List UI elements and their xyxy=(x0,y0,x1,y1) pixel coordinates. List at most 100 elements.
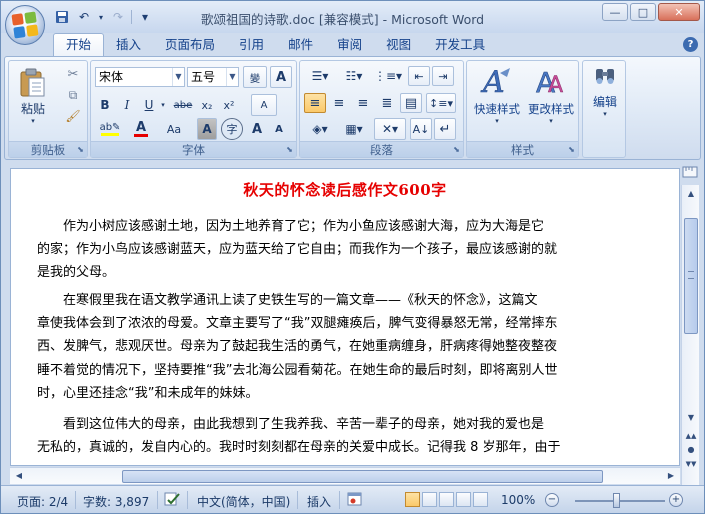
zoom-slider-track[interactable] xyxy=(575,500,665,502)
chevron-down-icon: ▾ xyxy=(31,116,35,125)
zoom-level[interactable]: 100% xyxy=(501,493,535,507)
full-screen-reading-view-button[interactable] xyxy=(422,492,437,507)
tab-references[interactable]: 引用 xyxy=(227,34,276,56)
minimize-button[interactable]: — xyxy=(602,3,628,21)
character-border-button[interactable]: A xyxy=(270,66,292,88)
next-page-icon[interactable]: ▼▼ xyxy=(684,457,698,471)
outline-view-button[interactable] xyxy=(456,492,471,507)
cut-button[interactable]: ✂ xyxy=(63,65,83,83)
sort-icon: A↓ xyxy=(412,122,430,136)
tab-mailings[interactable]: 邮件 xyxy=(276,34,325,56)
redo-icon[interactable]: ↷ xyxy=(109,8,127,26)
superscript-button[interactable]: x² xyxy=(219,95,239,115)
font-size-combo[interactable]: 五号 ▼ xyxy=(187,67,239,87)
proofing-icon[interactable] xyxy=(163,491,181,510)
asian-layout-button[interactable]: ✕▾ xyxy=(374,118,406,140)
multilevel-list-button[interactable]: ⋮≡▾ xyxy=(372,66,404,86)
scroll-down-icon[interactable]: ▼ xyxy=(684,411,698,425)
tab-home[interactable]: 开始 xyxy=(53,33,105,56)
underline-dropdown-icon[interactable]: ▾ xyxy=(159,95,167,115)
page-indicator[interactable]: 页面: 2/4 xyxy=(17,493,68,510)
underline-button[interactable]: U xyxy=(139,95,159,115)
decrease-indent-button[interactable]: ⇤ xyxy=(408,66,430,86)
paragraph-launcher-icon[interactable]: ⬊ xyxy=(452,145,461,154)
word-count[interactable]: 字数: 3,897 xyxy=(83,493,149,510)
zoom-out-icon[interactable]: − xyxy=(545,493,559,507)
print-layout-view-button[interactable] xyxy=(405,492,420,507)
clear-formatting-button[interactable]: A xyxy=(251,94,277,116)
tab-view[interactable]: 视图 xyxy=(374,34,423,56)
scroll-up-icon[interactable]: ▲ xyxy=(684,187,698,201)
language-indicator[interactable]: 中文(简体，中国) xyxy=(197,493,290,510)
customize-qat-icon[interactable]: ▾ xyxy=(136,8,154,26)
vertical-scroll-thumb[interactable] xyxy=(684,218,698,334)
zoom-slider-thumb[interactable] xyxy=(613,493,620,508)
horizontal-scrollbar[interactable]: ◀ ▶ xyxy=(10,467,680,484)
align-center-button[interactable]: ≡ xyxy=(328,93,350,113)
bold-button[interactable]: B xyxy=(95,95,115,115)
bullets-button[interactable]: ☰▾ xyxy=(304,66,336,86)
insert-mode-indicator[interactable]: 插入 xyxy=(307,493,331,510)
tab-insert[interactable]: 插入 xyxy=(104,34,153,56)
align-left-button[interactable]: ≡ xyxy=(304,93,326,113)
zoom-in-icon[interactable]: + xyxy=(669,493,683,507)
shading-button[interactable]: ◈▾ xyxy=(304,119,336,139)
change-case-button[interactable]: Aa xyxy=(159,119,189,139)
show-marks-button[interactable]: ↵ xyxy=(434,118,456,140)
dropdown-arrow-icon[interactable]: ▾ xyxy=(97,8,105,26)
browse-object-icon[interactable]: ● xyxy=(684,443,698,457)
tab-review[interactable]: 审阅 xyxy=(325,34,374,56)
close-button[interactable]: ✕ xyxy=(658,3,700,21)
maximize-button[interactable]: □ xyxy=(630,3,656,21)
font-color-button[interactable]: A xyxy=(129,119,153,139)
phonetic-guide-button[interactable]: 變 xyxy=(243,66,267,88)
office-button[interactable] xyxy=(5,5,45,45)
highlight-button[interactable]: ab✎ xyxy=(95,119,125,139)
scroll-left-icon[interactable]: ◀ xyxy=(12,469,26,483)
tab-page-layout[interactable]: 页面布局 xyxy=(153,34,227,56)
font-name-combo[interactable]: 宋体 ▼ xyxy=(95,67,185,87)
quick-styles-button[interactable]: A 快速样式 ▾ xyxy=(471,64,523,136)
undo-icon[interactable]: ↶ xyxy=(75,8,93,26)
numbering-button[interactable]: ☷▾ xyxy=(338,66,370,86)
editing-button[interactable]: 编辑 ▾ xyxy=(586,64,624,136)
draft-view-button[interactable] xyxy=(473,492,488,507)
previous-page-icon[interactable]: ▲▲ xyxy=(684,429,698,443)
save-icon[interactable] xyxy=(53,8,71,26)
italic-button[interactable]: I xyxy=(117,95,137,115)
font-launcher-icon[interactable]: ⬊ xyxy=(285,145,294,154)
document-page[interactable]: 秋天的怀念读后感作文600字 作为小树应该感谢土地，因为土地养育了它；作为小鱼应… xyxy=(10,168,680,466)
justify-button[interactable]: ≣ xyxy=(376,93,398,113)
borders-button[interactable]: ▦▾ xyxy=(338,119,370,139)
strikethrough-button[interactable]: abe xyxy=(171,95,195,115)
scroll-right-icon[interactable]: ▶ xyxy=(664,469,678,483)
change-styles-button[interactable]: AA 更改样式 ▾ xyxy=(525,64,577,136)
subscript-button[interactable]: x₂ xyxy=(197,95,217,115)
character-shading-button[interactable]: A xyxy=(197,118,217,140)
align-center-icon: ≡ xyxy=(333,95,345,111)
clipboard-launcher-icon[interactable]: ⬊ xyxy=(76,145,85,154)
distributed-button[interactable]: ▤ xyxy=(400,93,422,113)
styles-launcher-icon[interactable]: ⬊ xyxy=(567,145,576,154)
sort-button[interactable]: A↓ xyxy=(410,118,432,140)
binoculars-icon xyxy=(596,69,614,84)
increase-indent-button[interactable]: ⇥ xyxy=(432,66,454,86)
paste-button[interactable]: 粘贴 ▾ xyxy=(13,65,53,127)
view-ruler-icon[interactable] xyxy=(682,164,700,182)
copy-button[interactable]: ⧉ xyxy=(63,86,83,104)
grow-font-button[interactable]: A xyxy=(247,118,267,140)
enclose-characters-button[interactable]: 字 xyxy=(221,118,243,140)
help-icon[interactable]: ? xyxy=(683,37,698,52)
vertical-scrollbar[interactable]: ▲ ▼ ▲▲ ● ▼▼ xyxy=(681,185,699,485)
status-separator xyxy=(187,491,188,509)
line-spacing-button[interactable]: ↕≡▾ xyxy=(426,93,456,113)
status-bar: 页面: 2/4 字数: 3,897 中文(简体，中国) 插入 100% − + xyxy=(1,485,704,513)
web-layout-view-button[interactable] xyxy=(439,492,454,507)
tab-developer[interactable]: 开发工具 xyxy=(423,34,497,56)
shrink-font-button[interactable]: A xyxy=(269,118,289,140)
macro-record-icon[interactable] xyxy=(347,491,363,510)
status-separator xyxy=(157,491,158,509)
horizontal-scroll-thumb[interactable] xyxy=(122,470,603,483)
align-right-button[interactable]: ≡ xyxy=(352,93,374,113)
format-painter-button[interactable]: 🖌 xyxy=(63,107,83,125)
